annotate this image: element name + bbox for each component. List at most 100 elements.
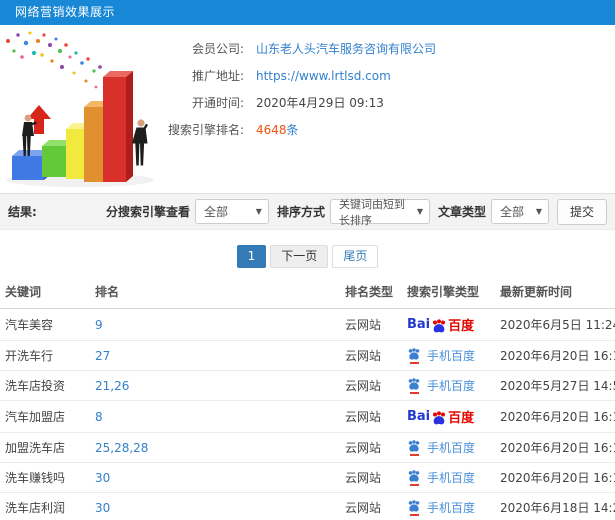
confetti-dots <box>6 31 120 97</box>
mobile-baidu-logo: 手机百度 <box>407 377 490 394</box>
chevron-down-icon: ▼ <box>416 207 423 216</box>
engine-filter-label: 分搜索引擎查看 <box>105 205 190 219</box>
baidu-paw-icon <box>408 470 420 482</box>
promo-url-label: 推广地址: <box>191 69 244 83</box>
col-rank: 排名 <box>90 275 340 309</box>
table-row: 加盟洗车店25,28,28云网站手机百度 2020年6月20日 16:11 <box>0 432 615 463</box>
rank-cell[interactable]: 30 <box>90 492 340 520</box>
rank-type-cell: 云网站 <box>340 462 402 493</box>
company-label: 会员公司: <box>191 42 244 56</box>
article-filter-label: 文章类型 <box>437 205 486 219</box>
engine-cell: 手机百度 <box>402 370 495 401</box>
open-time-label: 开通时间: <box>191 96 244 110</box>
updated-cell: 2020年6月20日 16:12 <box>495 400 615 433</box>
baidu-paw-icon <box>433 319 446 333</box>
page-next[interactable]: 下一页 <box>270 245 329 268</box>
results-table: 关键词 排名 排名类型 搜索引擎类型 最新更新时间 汽车美容 9 云网站 Bai 百度 2… <box>0 275 615 520</box>
table-row: 汽车加盟店8云网站 Bai百度 2020年6月20日 16:12 <box>0 400 615 433</box>
rank-cell[interactable]: 27 <box>90 340 340 371</box>
result-label: 结果: <box>8 205 37 219</box>
open-time-row: 开通时间: 2020年4月29日 09:13 <box>128 89 436 116</box>
keyword-cell: 加盟洗车店 <box>0 432 90 463</box>
rank-cell[interactable]: 25,28,28 <box>90 432 340 463</box>
rank-unit: 条 <box>286 123 299 137</box>
baidu-paw-icon <box>433 411 446 425</box>
promo-url-row: 推广地址: https://www.lrtlsd.com <box>128 62 436 89</box>
table-header-row: 关键词 排名 排名类型 搜索引擎类型 最新更新时间 <box>0 275 615 309</box>
info-section: 会员公司: 山东老人头汽车服务咨询有限公司 推广地址: https://www.… <box>0 25 615 193</box>
chevron-down-icon: ▼ <box>255 207 262 216</box>
rank-type-cell: 云网站 <box>340 370 402 401</box>
baidu-paw-icon <box>408 348 420 360</box>
mobile-baidu-logo: 手机百度 <box>407 347 490 364</box>
open-time-value: 2020年4月29日 09:13 <box>256 96 384 110</box>
filter-bar: 结果: 分搜索引擎查看 全部 ▼ 排序方式 关键词由短到长排序 ▼ 文章类型 全… <box>0 193 615 230</box>
chevron-down-icon: ▼ <box>535 207 542 216</box>
rank-cell[interactable]: 21,26 <box>90 370 340 401</box>
updated-cell: 2020年6月20日 16:16 <box>495 340 615 371</box>
article-select[interactable]: 全部 ▼ <box>490 199 549 224</box>
mobile-baidu-logo: 手机百度 <box>407 499 490 516</box>
article-select-value: 全部 <box>499 205 524 219</box>
rank-cell[interactable]: 30 <box>90 462 340 493</box>
engine-rank-row: 搜索引擎排名: 4648条 <box>128 116 436 143</box>
submit-button[interactable]: 提交 <box>556 198 607 225</box>
rank-cell[interactable]: 9 <box>90 308 340 341</box>
rank-type-cell: 云网站 <box>340 492 402 520</box>
results-table-body: 汽车美容 9 云网站 Bai 百度 2020年6月5日 11:24 开洗车行 27 云网站 手机百… <box>0 308 615 520</box>
updated-cell: 2020年6月20日 16:12 <box>495 462 615 493</box>
updated-cell: 2020年6月5日 11:24 <box>495 308 615 341</box>
mobile-baidu-logo: 手机百度 <box>407 439 490 456</box>
keyword-cell: 洗车赚钱吗 <box>0 462 90 493</box>
keyword-cell: 洗车店投资 <box>0 370 90 401</box>
keyword-cell: 开洗车行 <box>0 340 90 371</box>
engine-cell: 手机百度 <box>402 432 495 463</box>
updated-cell: 2020年5月27日 14:58 <box>495 370 615 401</box>
mobile-baidu-logo: 手机百度 <box>407 469 490 486</box>
filter-group: 分搜索引擎查看 全部 ▼ 排序方式 关键词由短到长排序 ▼ 文章类型 全部 ▼ … <box>98 198 607 227</box>
promo-url-link[interactable]: https://www.lrtlsd.com <box>256 69 391 83</box>
updated-cell: 2020年6月20日 16:11 <box>495 432 615 463</box>
baidu-paw-icon <box>408 440 420 452</box>
table-row: 洗车店投资21,26云网站手机百度 2020年5月27日 14:58 <box>0 370 615 401</box>
page-last[interactable]: 尾页 <box>332 245 379 268</box>
col-rank-type: 排名类型 <box>340 275 402 309</box>
mobile-baidu-icon <box>407 377 422 394</box>
rank-type-cell: 云网站 <box>340 308 402 341</box>
engine-cell: Bai 百度 <box>402 400 495 433</box>
table-row: 汽车美容 9 云网站 Bai 百度 2020年6月5日 11:24 <box>0 308 615 341</box>
engine-select[interactable]: 全部 ▼ <box>194 199 269 224</box>
updated-cell: 2020年6月18日 14:27 <box>495 492 615 520</box>
rank-cell[interactable]: 8 <box>90 400 340 433</box>
col-keyword: 关键词 <box>0 275 90 309</box>
page-title: 网络营销效果展示 <box>0 0 615 25</box>
rank-type-cell: 云网站 <box>340 432 402 463</box>
keyword-cell: 汽车加盟店 <box>0 400 90 433</box>
rank-type-cell: 云网站 <box>340 340 402 371</box>
baidu-logo: Bai 百度 <box>407 409 475 426</box>
table-row: 洗车店利润30云网站手机百度 2020年6月18日 14:27 <box>0 492 615 520</box>
sort-filter-label: 排序方式 <box>276 205 325 219</box>
col-updated: 最新更新时间 <box>495 275 615 309</box>
page-current[interactable]: 1 <box>236 245 267 268</box>
engine-cell: Bai 百度 <box>402 308 495 341</box>
col-engine-type: 搜索引擎类型 <box>402 275 495 309</box>
mobile-baidu-icon <box>407 439 422 456</box>
table-row: 洗车赚钱吗30云网站手机百度 2020年6月20日 16:12 <box>0 462 615 493</box>
mobile-baidu-icon <box>407 499 422 516</box>
member-info: 会员公司: 山东老人头汽车服务咨询有限公司 推广地址: https://www.… <box>128 35 436 143</box>
baidu-logo: Bai 百度 <box>407 317 475 334</box>
table-row: 开洗车行27云网站手机百度 2020年6月20日 16:16 <box>0 340 615 371</box>
engine-cell: 手机百度 <box>402 492 495 520</box>
rank-count: 4648 <box>256 123 287 137</box>
engine-rank-label: 搜索引擎排名: <box>167 123 244 137</box>
engine-select-value: 全部 <box>203 205 228 219</box>
keyword-cell: 洗车店利润 <box>0 492 90 520</box>
company-link[interactable]: 山东老人头汽车服务咨询有限公司 <box>256 40 436 57</box>
sort-select[interactable]: 关键词由短到长排序 ▼ <box>329 198 430 227</box>
rank-type-cell: 云网站 <box>340 400 402 433</box>
baidu-paw-icon <box>408 378 420 390</box>
engine-rank-value: 4648条 <box>256 121 299 138</box>
company-row: 会员公司: 山东老人头汽车服务咨询有限公司 <box>128 35 436 62</box>
keyword-cell: 汽车美容 <box>0 308 90 341</box>
